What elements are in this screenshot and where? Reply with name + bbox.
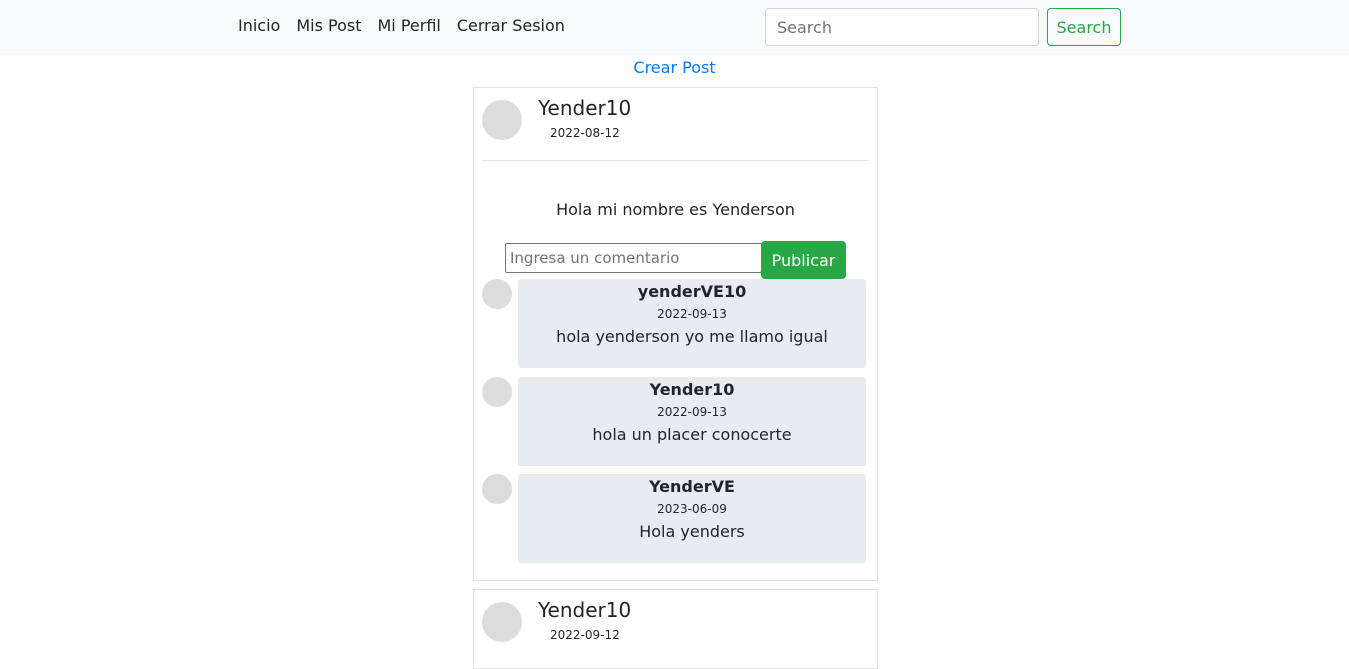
post-card: Yender10 2022-09-12: [473, 589, 878, 669]
nav-link-mis-post[interactable]: Mis Post: [296, 16, 361, 35]
comment-text: hola un placer conocerte: [592, 425, 792, 444]
comment-avatar: [482, 279, 512, 309]
comment-avatar: [482, 474, 512, 504]
nav-links: Inicio Mis Post Mi Perfil Cerrar Sesion: [238, 16, 565, 35]
navbar: Inicio Mis Post Mi Perfil Cerrar Sesion …: [0, 0, 1349, 55]
comment-date: 2023-06-09: [657, 502, 727, 516]
comment-author: YenderVE: [649, 477, 735, 496]
post-author: Yender10: [538, 598, 632, 622]
comment: Yender10 2022-09-13 hola un placer conoc…: [518, 377, 866, 466]
comment-text: hola yenderson yo me llamo igual: [556, 327, 828, 346]
nav-link-cerrar-sesion[interactable]: Cerrar Sesion: [457, 16, 565, 35]
comment-date: 2022-09-13: [657, 405, 727, 419]
search-button[interactable]: Search: [1047, 8, 1121, 46]
search-input[interactable]: [765, 8, 1039, 46]
comment: YenderVE 2023-06-09 Hola yenders: [518, 474, 866, 563]
comment-text: Hola yenders: [639, 522, 745, 541]
avatar: [482, 100, 522, 140]
nav-link-mi-perfil[interactable]: Mi Perfil: [378, 16, 441, 35]
create-post-link[interactable]: Crear Post: [0, 58, 1349, 77]
post-author: Yender10: [538, 96, 632, 120]
post-date: 2022-08-12: [550, 126, 620, 140]
post-body: Hola mi nombre es Yenderson: [556, 200, 795, 219]
comment-input[interactable]: [505, 243, 762, 273]
avatar: [482, 602, 522, 642]
nav-link-inicio[interactable]: Inicio: [238, 16, 280, 35]
comment-avatar: [482, 377, 512, 407]
comment: yenderVE10 2022-09-13 hola yenderson yo …: [518, 279, 866, 368]
comment-author: yenderVE10: [637, 282, 747, 301]
post-date: 2022-09-12: [550, 628, 620, 642]
comment-date: 2022-09-13: [657, 307, 727, 321]
publish-button[interactable]: Publicar: [761, 241, 846, 279]
comment-author: Yender10: [649, 380, 735, 399]
post-card: Yender10 2022-08-12 Hola mi nombre es Ye…: [473, 87, 878, 581]
divider: [482, 160, 869, 161]
